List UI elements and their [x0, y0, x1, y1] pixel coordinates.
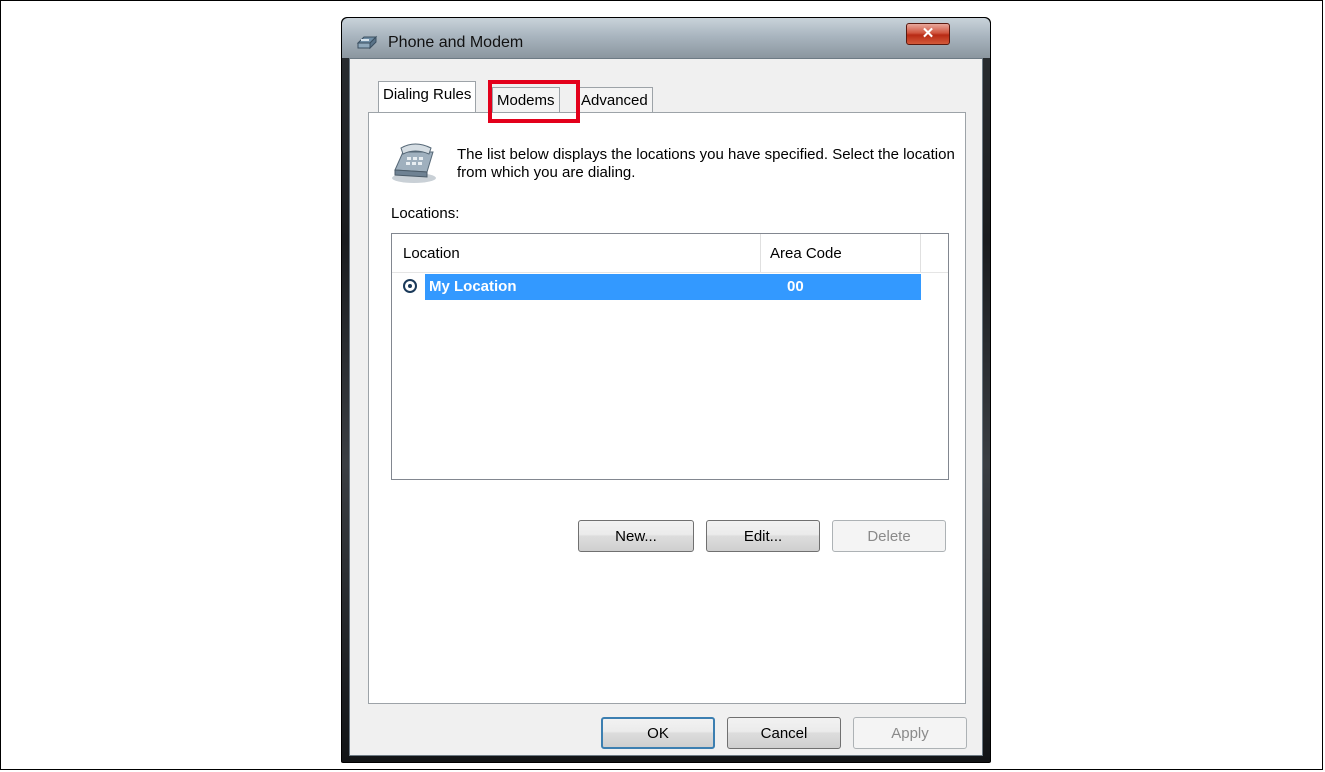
- window-title: Phone and Modem: [388, 34, 524, 51]
- close-icon: ✕: [921, 25, 935, 42]
- edit-location-button[interactable]: Edit...: [706, 520, 820, 552]
- dialing-rules-description: The list below displays the locations yo…: [457, 146, 955, 181]
- ok-button[interactable]: OK: [601, 717, 715, 749]
- tab-dialing-rules[interactable]: Dialing Rules: [378, 81, 477, 112]
- phone-modem-icon: [356, 35, 378, 50]
- close-button[interactable]: ✕: [906, 23, 950, 45]
- radio-selected-icon: [403, 279, 417, 293]
- locations-list[interactable]: Location Area Code My Location 00: [391, 233, 949, 480]
- locations-label: Locations:: [391, 205, 460, 222]
- column-divider[interactable]: [760, 234, 761, 272]
- tab-advanced[interactable]: Advanced: [576, 87, 653, 115]
- dialing-rules-panel: The list below displays the locations yo…: [368, 112, 966, 704]
- locations-list-header: Location Area Code: [392, 234, 948, 273]
- telephone-icon: [392, 143, 436, 183]
- column-header-location[interactable]: Location: [403, 245, 460, 262]
- cancel-button[interactable]: Cancel: [727, 717, 841, 749]
- dialog-client-area: Dialing Rules Modems Advanced The list b…: [349, 58, 983, 756]
- location-row-selected[interactable]: My Location 00: [403, 274, 921, 300]
- column-header-area-code[interactable]: Area Code: [770, 245, 842, 262]
- column-divider[interactable]: [920, 234, 921, 272]
- dialog-window: Phone and Modem ✕ Dialing Rules Modems A…: [341, 17, 991, 763]
- row-location-name: My Location: [429, 278, 517, 295]
- row-area-code: 00: [787, 278, 804, 295]
- new-location-button[interactable]: New...: [578, 520, 694, 552]
- modems-tab-highlight-box: [488, 80, 580, 123]
- delete-location-button[interactable]: Delete: [832, 520, 946, 552]
- title-bar[interactable]: Phone and Modem ✕: [342, 18, 990, 58]
- apply-button[interactable]: Apply: [853, 717, 967, 749]
